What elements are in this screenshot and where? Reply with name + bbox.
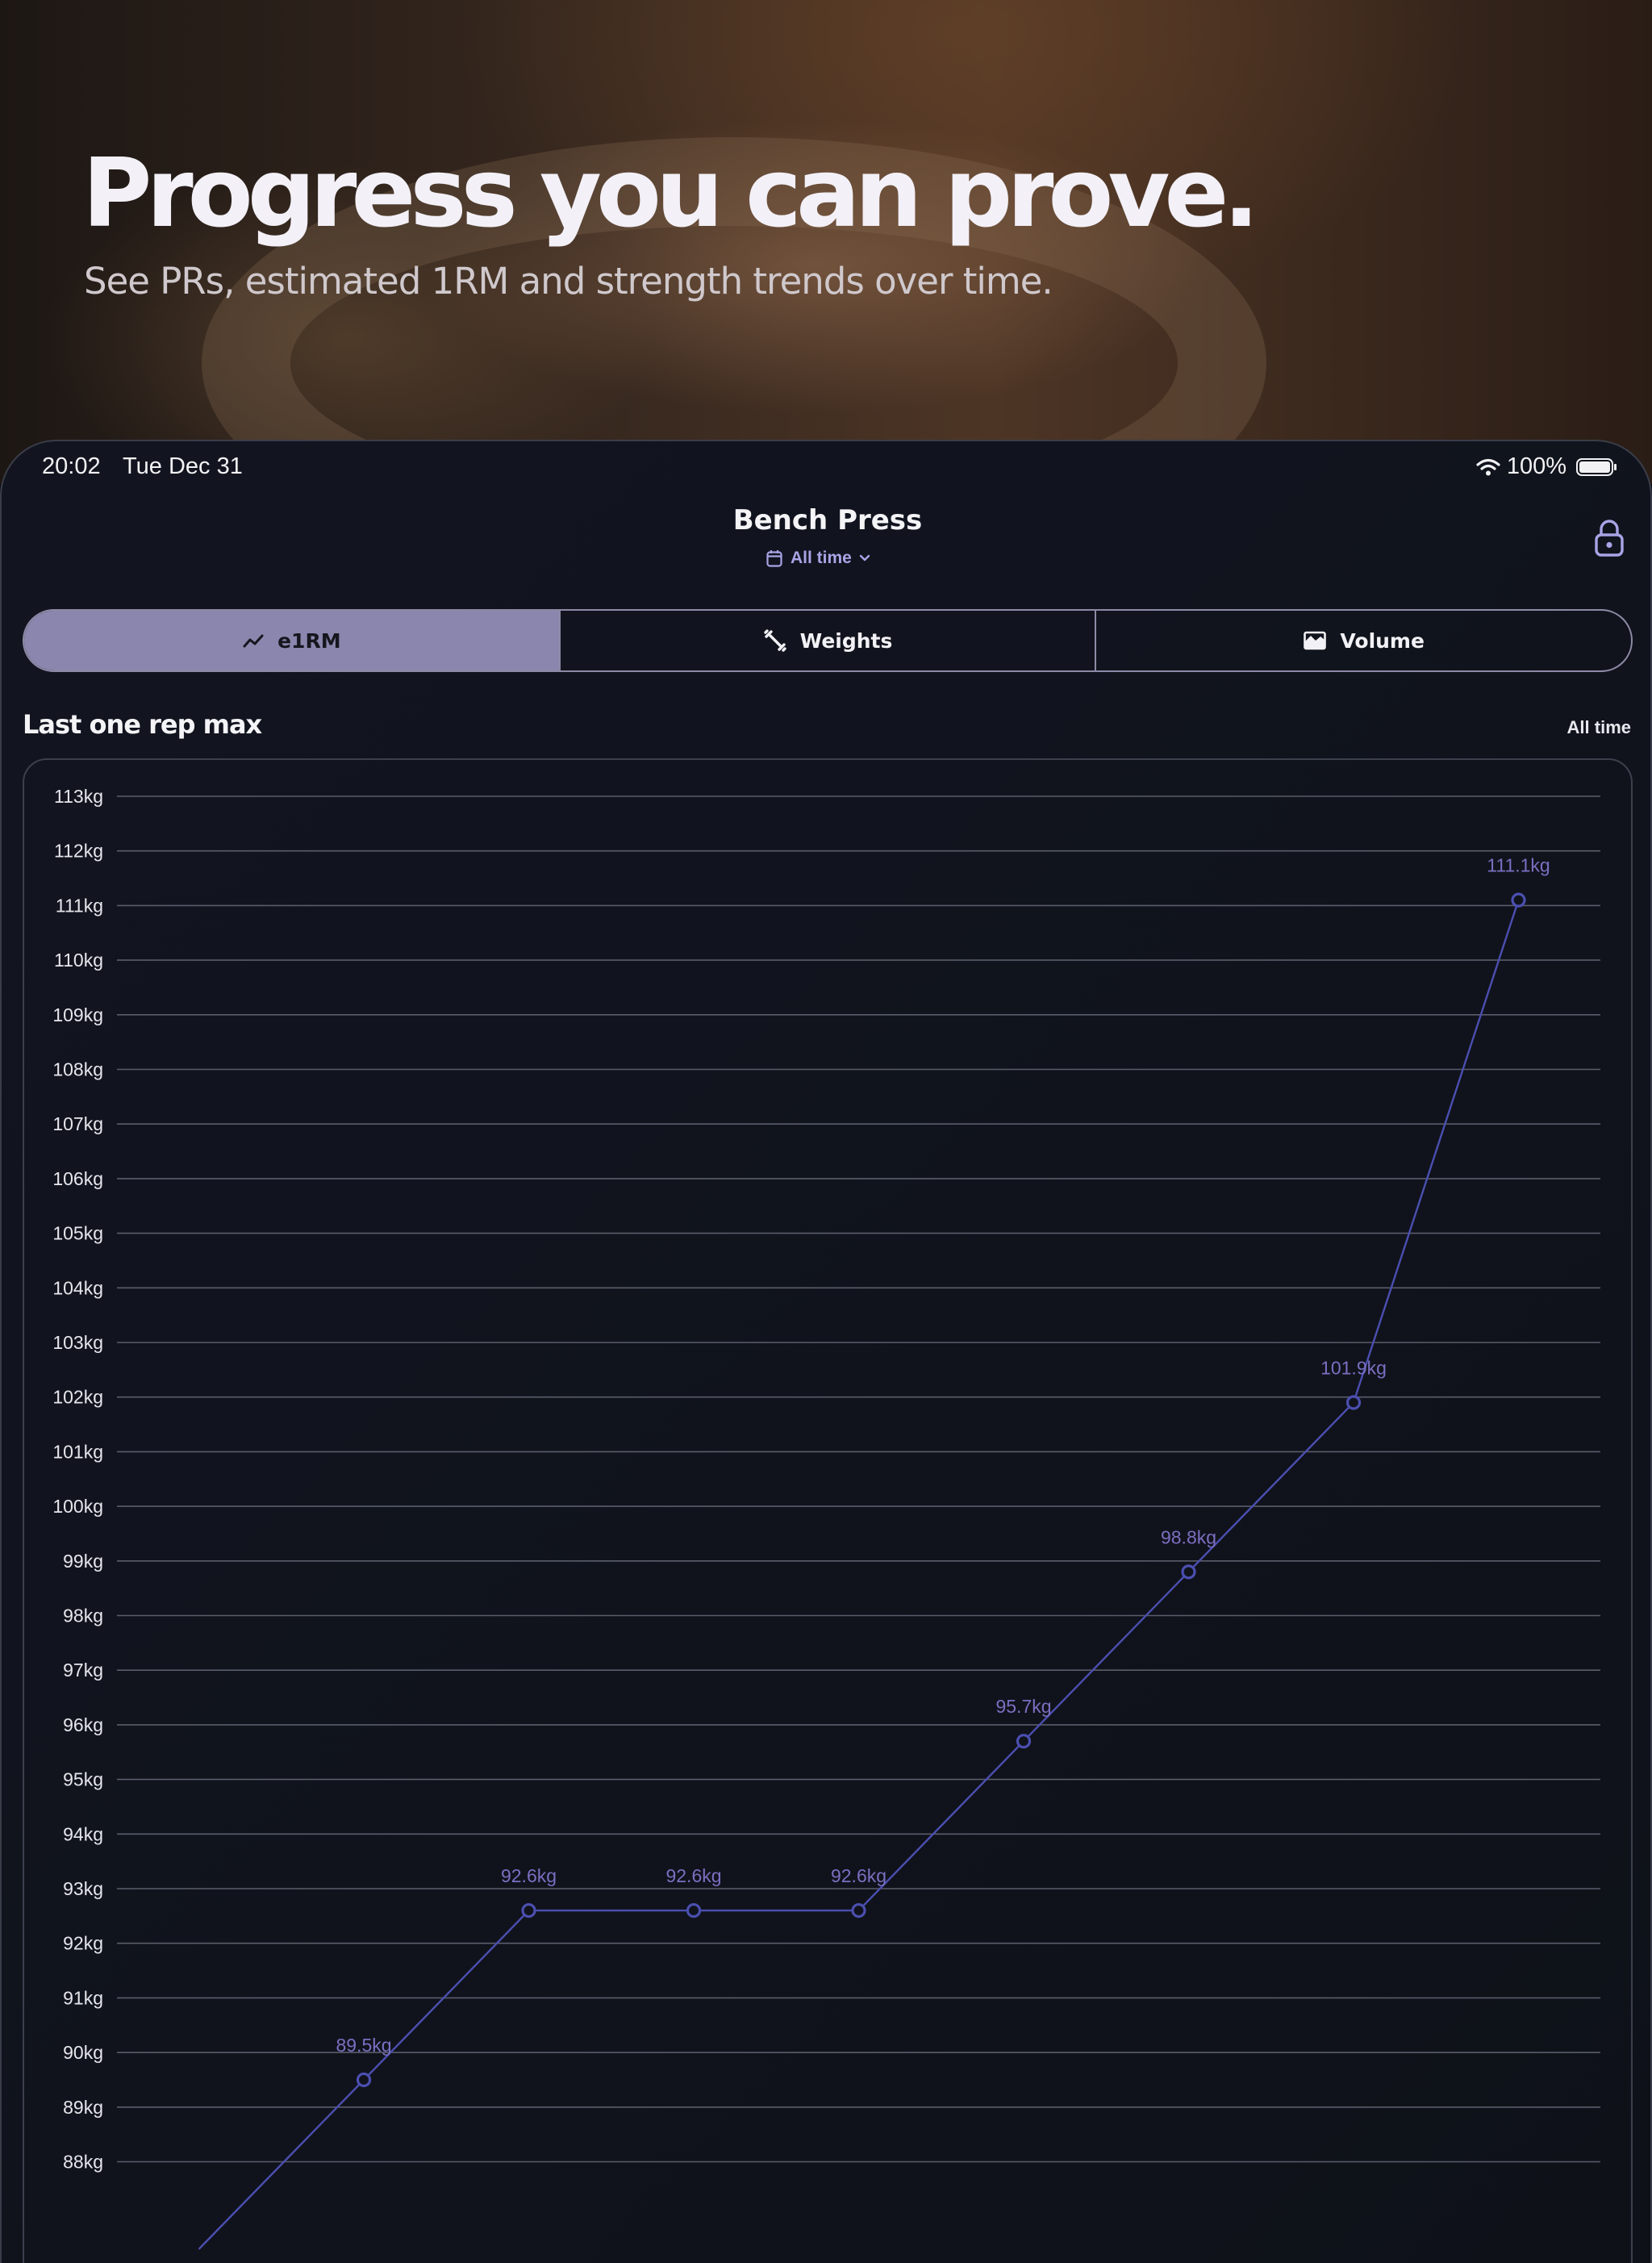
calendar-icon <box>766 550 782 567</box>
battery-percent: 100% <box>1506 453 1566 479</box>
data-point <box>851 1902 866 1919</box>
dumbbell-icon <box>763 629 786 652</box>
y-tick-label: 113kg <box>54 786 103 807</box>
data-point <box>521 1902 536 1919</box>
y-tick-label: 94kg <box>63 1823 103 1844</box>
area-chart-icon <box>1304 631 1327 650</box>
status-date: Tue Dec 31 <box>123 453 243 479</box>
metric-tabs: e1RM Weights Volume <box>23 609 1633 672</box>
hero-subtitle: See PRs, estimated 1RM and strength tren… <box>84 260 1053 303</box>
tab-weights[interactable]: Weights <box>558 611 1095 670</box>
status-time: 20:02 <box>42 453 101 479</box>
y-tick-label: 97kg <box>63 1660 103 1681</box>
status-bar: 20:02 Tue Dec 31 100% <box>2 453 1650 494</box>
data-point <box>1511 892 1526 908</box>
y-tick-label: 109kg <box>52 1004 103 1025</box>
data-label: 89.5kg <box>336 2035 391 2056</box>
data-point <box>1016 1734 1032 1749</box>
y-tick-label: 111kg <box>56 895 103 916</box>
y-tick-label: 101kg <box>52 1441 103 1462</box>
lock-icon[interactable] <box>1594 519 1625 557</box>
y-tick-label: 105kg <box>52 1223 103 1244</box>
data-label: 111.1kg <box>1487 855 1550 876</box>
tab-volume-label: Volume <box>1340 628 1425 653</box>
wifi-icon <box>1476 458 1500 475</box>
y-tick-label: 110kg <box>54 950 103 971</box>
y-tick-label: 106kg <box>52 1168 103 1189</box>
data-point <box>1345 1395 1362 1410</box>
y-tick-label: 89kg <box>63 2097 103 2118</box>
range-picker-label: All time <box>791 549 852 567</box>
data-label: 101.9kg <box>1320 1357 1387 1378</box>
data-point <box>1181 1564 1196 1580</box>
section-title: Last one rep max <box>23 709 262 740</box>
tab-e1rm-label: e1RM <box>277 628 341 653</box>
device-screen: 20:02 Tue Dec 31 100% Bench Press All ti… <box>0 440 1652 2263</box>
data-point <box>686 1902 702 1919</box>
y-tick-label: 112kg <box>54 841 103 862</box>
hero-banner: Progress you can prove. See PRs, estimat… <box>0 0 1652 589</box>
data-label: 98.8kg <box>1161 1526 1216 1547</box>
range-picker[interactable]: All time <box>766 546 871 570</box>
data-label: 92.6kg <box>831 1865 886 1886</box>
y-tick-label: 91kg <box>63 1987 103 2008</box>
y-tick-label: 104kg <box>52 1277 103 1298</box>
y-tick-label: 102kg <box>52 1387 103 1408</box>
data-label: 95.7kg <box>995 1696 1051 1717</box>
y-tick-label: 88kg <box>63 2152 103 2173</box>
data-label: 92.6kg <box>665 1865 721 1886</box>
y-tick-label: 92kg <box>63 1933 103 1954</box>
exercise-title: Bench Press <box>732 504 923 537</box>
y-tick-label: 107kg <box>52 1113 103 1134</box>
hero-title: Progress you can prove. <box>82 137 1259 248</box>
y-tick-label: 95kg <box>63 1769 103 1790</box>
y-tick-label: 100kg <box>52 1496 103 1517</box>
tab-e1rm[interactable]: e1RM <box>24 611 559 670</box>
battery-icon <box>1576 457 1617 476</box>
e1rm-line-chart: 113kg 112kg 111kg 110kg 109kg 108kg 107kg 106kg… <box>52 786 1600 2250</box>
y-tick-label: 108kg <box>52 1059 103 1080</box>
section-range[interactable]: All time <box>1567 717 1631 738</box>
data-label: 92.6kg <box>501 1865 557 1886</box>
y-tick-label: 98kg <box>63 1605 103 1626</box>
status-right: 100% <box>1476 453 1617 480</box>
y-tick-label: 96kg <box>63 1714 103 1735</box>
tab-volume[interactable]: Volume <box>1095 611 1631 670</box>
y-tick-label: 103kg <box>52 1332 103 1353</box>
y-tick-label: 99kg <box>63 1551 103 1572</box>
data-point <box>356 2072 372 2088</box>
tab-weights-label: Weights <box>799 628 893 653</box>
chevron-down-icon <box>859 554 870 562</box>
e1rm-series-line <box>198 900 1520 2250</box>
trend-line-icon <box>243 634 264 648</box>
e1rm-chart: 113kg 112kg 111kg 110kg 109kg 108kg 107kg 106kg… <box>23 758 1633 2263</box>
y-tick-label: 90kg <box>63 2042 103 2063</box>
y-tick-label: 93kg <box>63 1878 103 1899</box>
